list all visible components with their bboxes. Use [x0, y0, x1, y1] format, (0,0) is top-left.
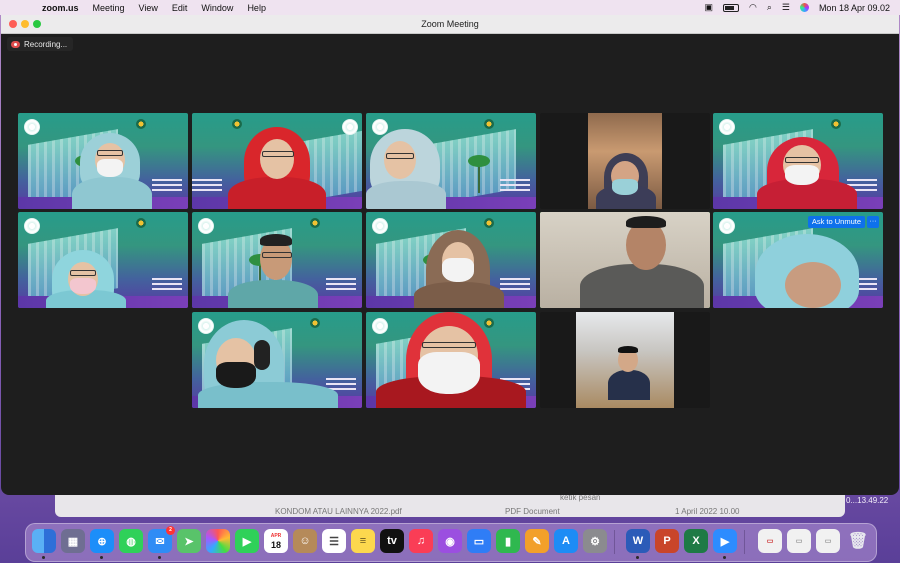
siri-icon[interactable] — [799, 3, 809, 12]
reminders-icon[interactable]: ☰ — [322, 529, 346, 553]
window-titlebar[interactable]: Zoom Meeting — [1, 15, 899, 34]
hospital-logo-icon — [198, 218, 214, 234]
contacts-icon[interactable]: ☺ — [293, 529, 317, 553]
more-options-button[interactable]: ··· — [867, 216, 879, 228]
hospital-logo-icon — [24, 119, 40, 135]
camera-in-use-icon[interactable]: ▣ — [704, 2, 713, 13]
mail-icon[interactable]: ✉ 2 — [148, 526, 175, 553]
video-tile[interactable] — [18, 212, 188, 308]
zoom-icon[interactable]: ▶ — [713, 529, 737, 553]
menu-meeting[interactable]: Meeting — [93, 3, 125, 13]
hospital-logo-icon — [342, 119, 358, 135]
fullscreen-window-button[interactable] — [33, 20, 41, 28]
menubar-clock[interactable]: Mon 18 Apr 09.02 — [819, 3, 890, 13]
hospital-logo-icon — [372, 119, 388, 135]
system-preferences-icon[interactable]: ⚙ — [583, 529, 607, 553]
bg-date: 1 April 2022 10.00 — [675, 507, 740, 516]
mail-badge: 2 — [166, 526, 175, 535]
org-logo-icon — [310, 218, 320, 228]
calendar-day: 18 — [270, 540, 281, 550]
ask-to-unmute-button[interactable]: Ask to Unmute — [807, 216, 865, 228]
safari-icon[interactable]: ⊕ — [90, 529, 114, 553]
menu-window[interactable]: Window — [201, 3, 233, 13]
finder-icon[interactable] — [32, 529, 56, 553]
facetime-icon[interactable]: ▶ — [235, 529, 259, 553]
video-tile[interactable] — [366, 212, 536, 308]
org-logo-icon — [232, 119, 242, 129]
battery-icon[interactable] — [722, 3, 739, 12]
menu-view[interactable]: View — [139, 3, 158, 13]
org-logo-icon — [310, 318, 320, 328]
pages-icon[interactable]: ✎ — [525, 529, 549, 553]
video-tile[interactable] — [18, 113, 188, 209]
video-tile[interactable] — [713, 113, 883, 209]
app-store-icon[interactable]: A — [554, 529, 578, 553]
podcasts-icon[interactable]: ◉ — [438, 529, 462, 553]
hospital-logo-icon — [719, 119, 735, 135]
recent-document-icon[interactable]: ▭ — [758, 529, 782, 553]
maps-icon[interactable]: ➤ — [177, 529, 201, 553]
bg-filename: KONDOM ATAU LAINNYA 2022.pdf — [275, 507, 402, 516]
word-icon[interactable]: W — [626, 529, 650, 553]
zoom-window: Zoom Meeting Recording... Ask to Unmute … — [1, 15, 899, 495]
org-logo-icon — [484, 318, 494, 328]
dock: ▦ ⊕ ◍ ✉ 2 ➤ ▶ APR 18 ☺ ☰ ≡ tv ♫ ◉ ▭ ▮ ✎ … — [25, 523, 877, 562]
menu-help[interactable]: Help — [247, 3, 266, 13]
excel-icon[interactable]: X — [684, 529, 708, 553]
messages-icon[interactable]: ◍ — [119, 529, 143, 553]
recent-document-icon[interactable]: ▭ — [787, 529, 811, 553]
video-tile[interactable] — [366, 312, 536, 408]
music-icon[interactable]: ♫ — [409, 529, 433, 553]
video-tile[interactable] — [540, 312, 710, 408]
numbers-icon[interactable]: ▮ — [496, 529, 520, 553]
video-tile[interactable] — [192, 113, 362, 209]
launchpad-icon[interactable]: ▦ — [61, 529, 85, 553]
powerpoint-icon[interactable]: P — [655, 529, 679, 553]
window-title: Zoom Meeting — [421, 19, 479, 29]
menu-app-name[interactable]: zoom.us — [42, 3, 79, 13]
notes-icon[interactable]: ≡ — [351, 529, 375, 553]
hospital-logo-icon — [372, 318, 388, 334]
cloud-record-icon — [11, 40, 20, 48]
org-logo-icon — [484, 119, 494, 129]
bg-kind: PDF Document — [505, 507, 560, 516]
photos-icon[interactable] — [206, 529, 230, 553]
control-center-icon[interactable]: ☰ — [782, 2, 790, 13]
recording-label: Recording... — [24, 39, 68, 49]
hospital-logo-icon — [198, 318, 214, 334]
video-tile[interactable]: Ask to Unmute ··· — [713, 212, 883, 308]
hospital-logo-icon — [719, 218, 735, 234]
video-tile[interactable] — [540, 113, 710, 209]
trash-icon[interactable]: 🗑 — [846, 529, 870, 553]
org-logo-icon — [831, 119, 841, 129]
hospital-logo-icon — [24, 218, 40, 234]
search-icon[interactable]: ⌕ — [767, 2, 772, 13]
org-logo-icon — [484, 218, 494, 228]
hospital-logo-icon — [372, 218, 388, 234]
minimize-window-button[interactable] — [21, 20, 29, 28]
menubar: zoom.us Meeting View Edit Window Help ▣ … — [0, 0, 900, 15]
video-tile-active-speaker[interactable] — [540, 212, 710, 308]
video-tile[interactable] — [192, 312, 362, 408]
video-tile[interactable] — [192, 212, 362, 308]
org-logo-icon — [136, 119, 146, 129]
video-tile[interactable] — [366, 113, 536, 209]
status-area: ▣ ◠ ⌕ ☰ Mon 18 Apr 09.02 — [704, 0, 890, 15]
org-logo-icon — [136, 218, 146, 228]
recording-indicator[interactable]: Recording... — [7, 37, 74, 51]
recent-document-icon[interactable]: ▭ — [816, 529, 840, 553]
calendar-icon[interactable]: APR 18 — [264, 529, 288, 553]
bg-time-fragment: 0...13.49.22 — [846, 496, 889, 505]
close-window-button[interactable] — [9, 20, 17, 28]
apple-tv-icon[interactable]: tv — [380, 529, 404, 553]
wifi-icon[interactable]: ◠ — [749, 2, 757, 13]
menu-edit[interactable]: Edit — [172, 3, 188, 13]
keynote-icon[interactable]: ▭ — [467, 529, 491, 553]
